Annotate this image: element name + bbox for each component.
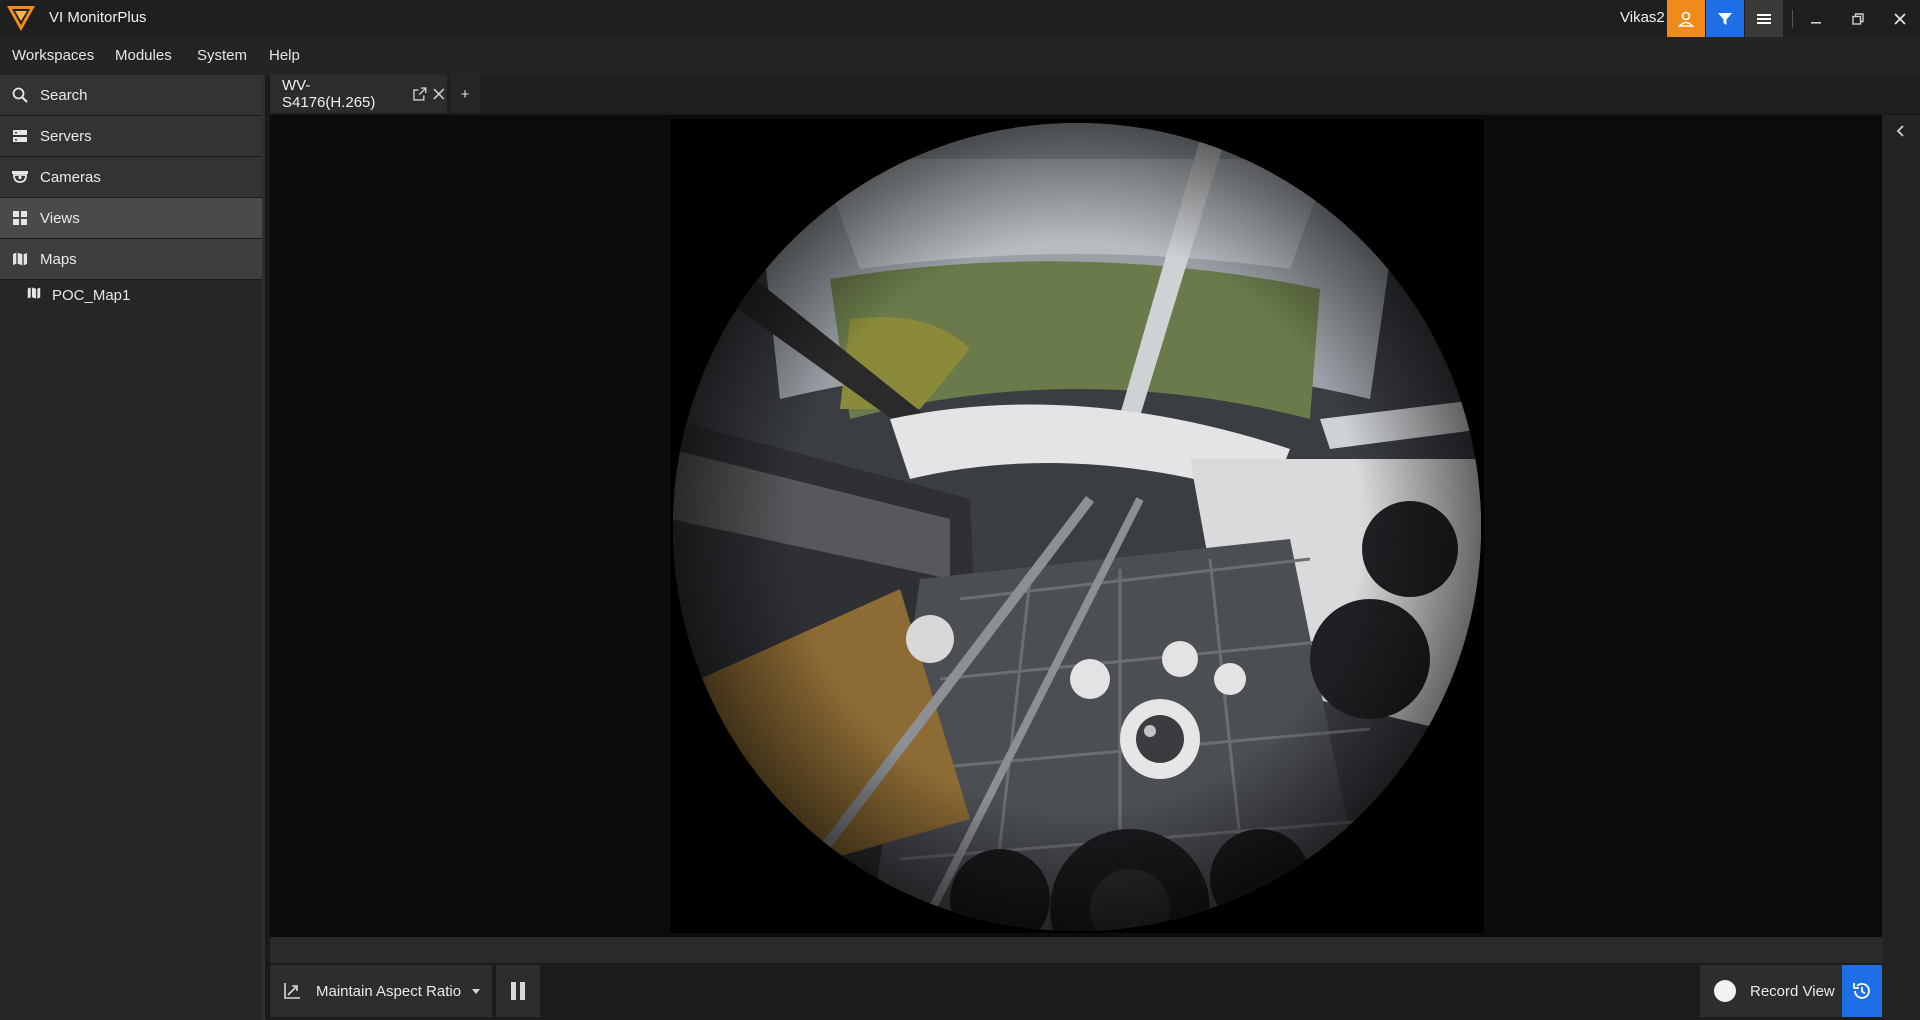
aspect-ratio-label: Maintain Aspect Ratio bbox=[316, 982, 462, 1000]
menu-workspaces[interactable]: Workspaces bbox=[12, 47, 94, 64]
menu-modules[interactable]: Modules bbox=[115, 47, 172, 64]
map-icon bbox=[10, 249, 30, 269]
camera-video-feed[interactable] bbox=[670, 119, 1484, 933]
sidebar-item-label: Views bbox=[40, 209, 80, 227]
map-icon bbox=[26, 285, 42, 305]
sidebar-item-maps[interactable]: Maps bbox=[0, 239, 262, 280]
sidebar-item-label: Maps bbox=[40, 250, 77, 268]
grid-icon bbox=[10, 208, 30, 228]
close-icon bbox=[1894, 12, 1906, 25]
minimize-button[interactable] bbox=[1796, 0, 1836, 37]
main-menu-button[interactable] bbox=[1745, 0, 1783, 37]
add-tab-button[interactable]: + bbox=[450, 75, 480, 113]
user-icon bbox=[1677, 11, 1695, 27]
aspect-ratio-icon bbox=[284, 983, 300, 999]
app-title: VI MonitorPlus bbox=[49, 9, 147, 26]
filter-button[interactable] bbox=[1706, 0, 1744, 37]
timeline-strip bbox=[270, 937, 1882, 963]
restore-icon bbox=[1852, 12, 1864, 25]
server-icon bbox=[10, 126, 30, 146]
bottom-toolbar: Maintain Aspect Ratio Record View bbox=[270, 963, 1882, 1020]
menu-system[interactable]: System bbox=[197, 47, 247, 64]
popout-icon[interactable] bbox=[412, 86, 428, 102]
right-panel-rail bbox=[1882, 115, 1920, 1020]
pause-icon bbox=[511, 982, 525, 1000]
title-bar: VI MonitorPlus Vikas2 bbox=[0, 0, 1920, 37]
view-tab-strip: WV-S4176(H.265) + bbox=[270, 75, 1920, 113]
window-controls-divider bbox=[1792, 10, 1793, 28]
sidebar-item-views[interactable]: Views bbox=[0, 198, 262, 239]
dropdown-caret-icon bbox=[472, 989, 481, 994]
sidebar-item-cameras[interactable]: Cameras bbox=[0, 157, 262, 198]
sidebar: Search Servers Cameras Views Maps POC_Ma… bbox=[0, 75, 265, 1020]
hamburger-menu-icon bbox=[1757, 13, 1771, 24]
search-icon bbox=[10, 85, 30, 105]
record-view-button[interactable]: Record View bbox=[1700, 965, 1842, 1017]
filter-icon bbox=[1718, 12, 1732, 25]
history-icon bbox=[1853, 983, 1870, 999]
menu-bar: Workspaces Modules System Help bbox=[0, 37, 1920, 75]
sidebar-item-servers[interactable]: Servers bbox=[0, 116, 262, 157]
pause-button[interactable] bbox=[496, 965, 540, 1017]
user-button[interactable] bbox=[1667, 0, 1705, 37]
close-button[interactable] bbox=[1880, 0, 1920, 37]
restore-button[interactable] bbox=[1838, 0, 1878, 37]
map-list-item[interactable]: POC_Map1 bbox=[26, 285, 130, 305]
record-dot-icon bbox=[1714, 980, 1736, 1002]
sidebar-item-label: Servers bbox=[40, 127, 92, 145]
sidebar-item-search[interactable]: Search bbox=[0, 75, 262, 116]
menu-help[interactable]: Help bbox=[269, 47, 300, 64]
history-button[interactable] bbox=[1842, 965, 1882, 1017]
sidebar-item-label: Search bbox=[40, 86, 88, 104]
fisheye-image bbox=[673, 123, 1481, 931]
minimize-icon bbox=[1811, 21, 1821, 24]
username-label[interactable]: Vikas2 bbox=[1620, 9, 1665, 26]
tab-label: WV-S4176(H.265) bbox=[282, 77, 376, 111]
chevron-left-icon[interactable] bbox=[1893, 123, 1909, 139]
sidebar-item-label: Cameras bbox=[40, 168, 101, 186]
close-tab-icon[interactable] bbox=[431, 86, 447, 102]
aspect-ratio-dropdown[interactable]: Maintain Aspect Ratio bbox=[270, 965, 492, 1017]
video-viewer[interactable] bbox=[270, 115, 1882, 937]
camera-icon bbox=[10, 167, 30, 187]
app-logo-icon bbox=[7, 6, 35, 31]
record-view-label: Record View bbox=[1750, 982, 1835, 1000]
map-item-label: POC_Map1 bbox=[52, 286, 131, 304]
tab-camera-view[interactable]: WV-S4176(H.265) bbox=[270, 75, 447, 113]
